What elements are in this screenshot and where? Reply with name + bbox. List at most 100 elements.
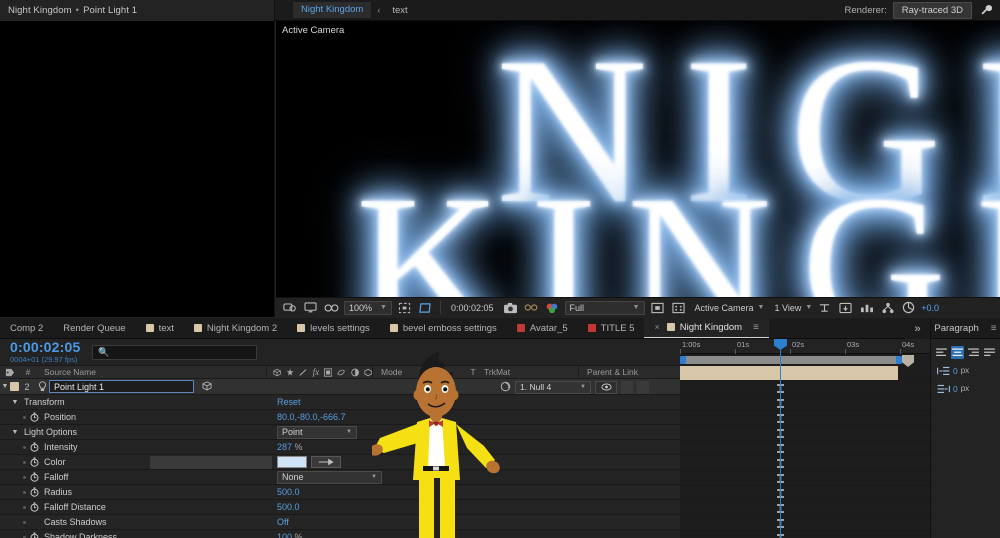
- viewer-current-time[interactable]: 0:00:02:05: [447, 303, 498, 313]
- property-value[interactable]: 100 %: [277, 532, 303, 538]
- chevron-down-icon[interactable]: ▼: [758, 304, 765, 311]
- timeline-tab-levels-settings[interactable]: levels settings: [287, 318, 380, 338]
- track-row-property[interactable]: [680, 501, 930, 516]
- exposure-value[interactable]: +0.0: [921, 303, 939, 313]
- property-row-transform[interactable]: ▼ Transform Reset: [0, 395, 680, 410]
- composition-viewer[interactable]: Active Camera NIGH KINGD: [276, 21, 1000, 297]
- time-ruler[interactable]: 1:00s01s02s03s04s05s: [680, 339, 959, 354]
- view-layout-label[interactable]: 1 View: [774, 303, 801, 313]
- align-center-icon[interactable]: [951, 346, 964, 359]
- column-parent-link[interactable]: Parent & Link: [579, 365, 691, 379]
- color-swatch[interactable]: [277, 456, 307, 468]
- viewer-tab-night-kingdom[interactable]: Night Kingdom: [293, 2, 372, 18]
- timeline-current-time[interactable]: 0:00:02:05: [0, 340, 88, 354]
- playhead[interactable]: [774, 339, 787, 538]
- column-source-name[interactable]: Source Name: [36, 365, 266, 379]
- track-row-property[interactable]: [680, 396, 930, 411]
- zoom-level-select[interactable]: 100% ▼: [344, 300, 392, 315]
- current-time-block[interactable]: 0:00:02:05 0004+01 (29.97 fps): [0, 340, 88, 364]
- timeline-icon[interactable]: [837, 300, 854, 316]
- property-row-shadow-darkness[interactable]: Shadow Darkness 100 %: [0, 530, 680, 538]
- snapshot-icon[interactable]: [502, 300, 519, 316]
- timeline-tab-avatar-5[interactable]: Avatar_5: [507, 318, 578, 338]
- stopwatch-icon[interactable]: [29, 502, 40, 513]
- property-expand-triangle[interactable]: ▼: [10, 429, 20, 436]
- wrench-icon[interactable]: [978, 2, 994, 18]
- channels-icon[interactable]: [544, 300, 561, 316]
- track-row-property[interactable]: [680, 426, 930, 441]
- indent-right-value[interactable]: 0: [953, 384, 958, 394]
- transparency-grid-icon[interactable]: [417, 300, 434, 316]
- property-value[interactable]: 500.0: [277, 487, 300, 497]
- track-row-property[interactable]: [680, 411, 930, 426]
- column-number[interactable]: #: [20, 365, 36, 379]
- property-value[interactable]: 287 %: [277, 442, 303, 452]
- track-row-property[interactable]: [680, 516, 930, 531]
- parent-link-select[interactable]: 1. Null 4 ▼: [515, 380, 591, 394]
- panel-menu-icon[interactable]: ≡: [991, 323, 997, 334]
- track-row-layer[interactable]: [680, 366, 930, 381]
- property-value[interactable]: Off: [277, 517, 289, 527]
- search-input[interactable]: 🔍: [92, 344, 257, 360]
- effect-controls-panel[interactable]: [0, 21, 275, 317]
- property-row-falloff[interactable]: Falloff None ▼: [0, 470, 680, 485]
- expand-triangle[interactable]: ▼: [0, 383, 10, 390]
- viewer-tab-text[interactable]: text: [392, 5, 407, 16]
- close-icon[interactable]: ×: [654, 322, 659, 332]
- layer-duration-bar[interactable]: [680, 366, 898, 380]
- chevron-down-icon[interactable]: ▼: [805, 304, 812, 311]
- track-row-property[interactable]: [680, 471, 930, 486]
- timeline-tab-bevel-emboss-settings[interactable]: bevel emboss settings: [380, 318, 507, 338]
- 3d-layer-icon[interactable]: [201, 380, 213, 393]
- indent-right-icon[interactable]: [936, 382, 950, 395]
- track-row-property[interactable]: [680, 456, 930, 471]
- resolution-select[interactable]: Full ▼: [564, 300, 645, 315]
- monitor-icon[interactable]: [302, 300, 319, 316]
- stopwatch-icon[interactable]: [29, 442, 40, 453]
- region-of-interest-icon[interactable]: [396, 300, 413, 316]
- timeline-tab-comp-2[interactable]: Comp 2: [0, 318, 53, 338]
- pixel-aspect-icon[interactable]: [670, 300, 687, 316]
- panel-menu-icon[interactable]: ≡: [753, 322, 759, 333]
- work-area-start-handle[interactable]: [680, 356, 686, 364]
- renderer-value-button[interactable]: Ray-traced 3D: [892, 1, 972, 19]
- property-row-position[interactable]: Position 80.0,-80.0,-666.7: [0, 410, 680, 425]
- share-view-options-icon[interactable]: [816, 300, 833, 316]
- timeline-tab-render-queue[interactable]: Render Queue: [53, 318, 135, 338]
- 3d-glasses-icon[interactable]: [323, 300, 340, 316]
- stopwatch-icon[interactable]: [29, 532, 40, 538]
- property-row-falloff-distance[interactable]: Falloff Distance 500.0: [0, 500, 680, 515]
- stopwatch-icon[interactable]: [29, 412, 40, 423]
- justify-last-left-icon[interactable]: [983, 346, 996, 359]
- stopwatch-icon[interactable]: [29, 472, 40, 483]
- tabs-overflow-button[interactable]: »: [905, 318, 930, 339]
- chevron-left-icon[interactable]: ‹: [377, 5, 380, 15]
- align-left-icon[interactable]: [935, 346, 948, 359]
- comp-grid-icon[interactable]: [858, 300, 875, 316]
- comp-flowchart-icon[interactable]: [879, 300, 896, 316]
- property-dropdown[interactable]: None ▼: [277, 470, 382, 484]
- property-row-radius[interactable]: Radius 500.0: [0, 485, 680, 500]
- active-camera-select-label[interactable]: Active Camera: [695, 303, 754, 313]
- layer-solo-toggle[interactable]: [621, 380, 633, 394]
- timeline-tab-night-kingdom-2[interactable]: Night Kingdom 2: [184, 318, 287, 338]
- label-icon[interactable]: [0, 365, 20, 379]
- work-area-end-handle[interactable]: [896, 356, 902, 364]
- property-value[interactable]: 80.0,-80.0,-666.7: [277, 412, 346, 422]
- property-row-casts-shadows[interactable]: Casts Shadows Off: [0, 515, 680, 530]
- timeline-track-area[interactable]: 1:00s01s02s03s04s05s: [680, 339, 959, 538]
- layer-lock-toggle[interactable]: [637, 380, 649, 394]
- align-right-icon[interactable]: [967, 346, 980, 359]
- indent-left-value[interactable]: 0: [953, 366, 958, 376]
- toggle-mask-icon[interactable]: [649, 300, 666, 316]
- property-value[interactable]: 500.0: [277, 502, 300, 512]
- property-row-intensity[interactable]: Intensity 287 %: [0, 440, 680, 455]
- timeline-tab-title-5[interactable]: TITLE 5: [578, 318, 645, 338]
- stopwatch-icon[interactable]: [29, 487, 40, 498]
- work-area-bar[interactable]: [682, 356, 900, 364]
- track-row-property[interactable]: [680, 531, 930, 538]
- property-dropdown[interactable]: Point ▼: [277, 425, 357, 439]
- always-preview-icon[interactable]: [281, 300, 298, 316]
- timeline-tab-night-kingdom[interactable]: × Night Kingdom ≡: [644, 318, 769, 338]
- exposure-icon[interactable]: [900, 300, 917, 316]
